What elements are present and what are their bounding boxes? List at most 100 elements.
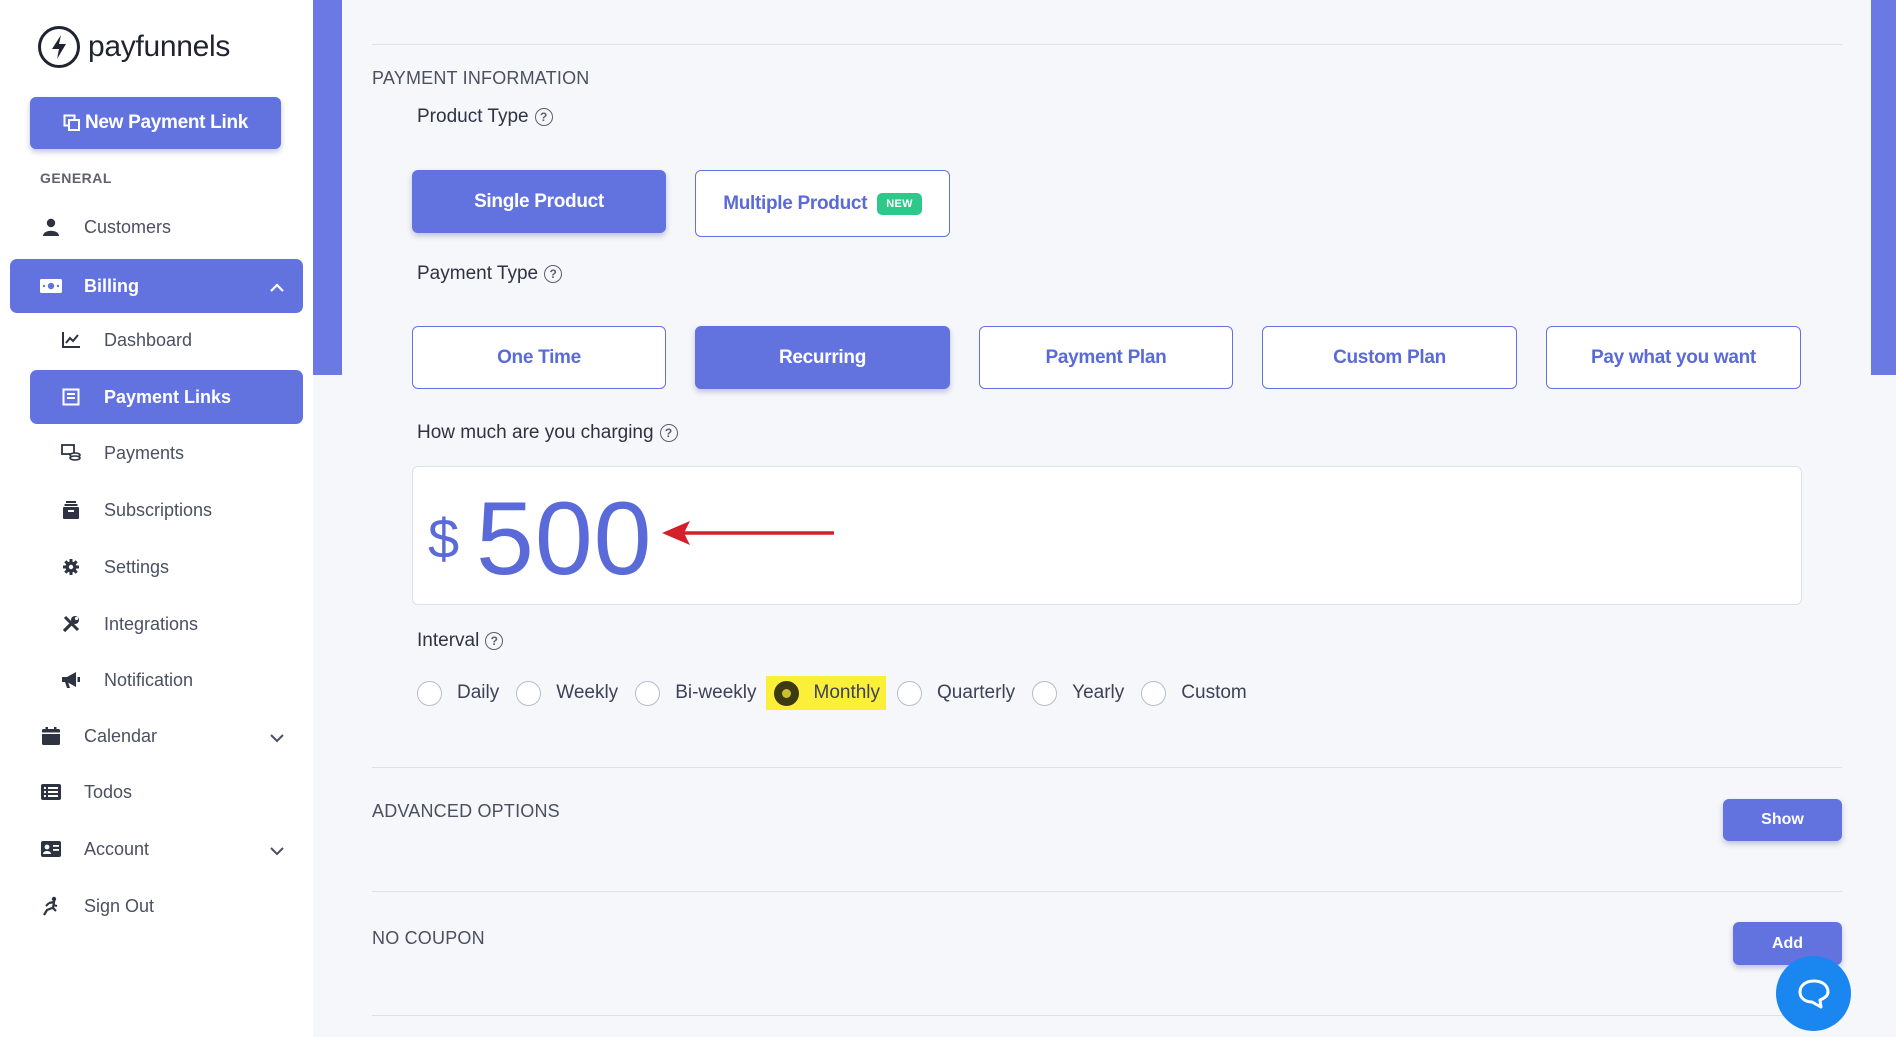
interval-option-label: Custom [1181,682,1247,703]
help-icon[interactable]: ? [485,632,504,650]
new-payment-link-button[interactable]: New Payment Link [30,97,281,149]
payment-type-label: Payment Plan [1045,346,1167,368]
show-advanced-button[interactable]: Show [1723,799,1842,841]
currency-symbol: $ [428,507,460,570]
chevron-down-icon[interactable] [269,840,285,861]
chevron-up-icon[interactable] [269,277,285,298]
radio-button[interactable] [635,680,661,706]
interval-option-monthly[interactable]: Monthly [765,676,887,710]
interval-option-quarterly[interactable]: Quarterly [897,676,1015,710]
payment-type-pay-what-you-want[interactable]: Pay what you want [1546,326,1801,389]
copy-icon [63,114,80,131]
megaphone-icon [60,669,82,691]
help-icon[interactable]: ? [659,424,678,442]
sidebar-item-label: Notification [104,669,194,690]
sidebar-item-customers[interactable]: Customers [10,200,303,254]
payment-type-label: Custom Plan [1333,346,1446,368]
product-type-label: Product Type ? [417,106,553,128]
brand-logo[interactable]: payfunnels [38,26,230,68]
interval-option-label: Weekly [556,682,619,703]
sidebar-item-calendar[interactable]: Calendar [10,709,303,763]
payments-icon [60,442,82,464]
interval-label: Interval ? [417,630,504,652]
sidebar-item-notification[interactable]: Notification [30,653,303,707]
sidebar-item-dashboard[interactable]: Dashboard [30,313,303,367]
charge-text: How much are you charging [417,422,654,443]
radio-dot [781,688,791,698]
interval-option-yearly[interactable]: Yearly [1032,676,1124,710]
sidebar-item-todos[interactable]: Todos [10,765,303,819]
help-icon[interactable]: ? [534,108,553,126]
section-advanced-options: ADVANCED OPTIONS [372,801,560,821]
amount-value[interactable]: 500 [476,480,653,599]
sidebar-item-payments[interactable]: Payments [30,426,303,480]
product-type-text: Product Type [417,106,529,127]
interval-option-label: Monthly [813,682,881,703]
interval-text: Interval [417,630,480,651]
line-chart-icon [60,329,82,351]
payment-type-payment-plan[interactable]: Payment Plan [979,326,1233,389]
divider [372,891,1842,892]
payment-type-custom-plan[interactable]: Custom Plan [1262,326,1517,389]
payment-type-label: Recurring [778,346,867,368]
help-icon[interactable]: ? [544,265,563,283]
sidebar-item-integrations[interactable]: Integrations [30,597,303,651]
money-bill-icon [40,275,62,297]
annotation-arrow-icon [662,521,834,545]
chat-bubble-icon [1798,979,1829,1008]
sidebar-item-account[interactable]: Account [10,822,303,876]
sidebar-item-label: Sign Out [84,895,155,916]
tools-icon [60,613,82,635]
interval-option-label: Yearly [1072,682,1125,703]
radio-button[interactable] [897,680,923,706]
interval-option-label: Bi-weekly [675,682,757,703]
header-accent-left [313,0,342,375]
new-payment-link-label: New Payment Link [84,112,249,133]
radio-button[interactable] [417,680,442,706]
interval-option-daily[interactable]: Daily [417,676,499,710]
chat-launcher-button[interactable] [1776,956,1851,1031]
sidebar-item-label: Calendar [84,725,158,746]
section-payment-information: PAYMENT INFORMATION [372,68,590,88]
single-product-button[interactable]: Single Product [412,170,666,233]
sidebar: payfunnels New Payment Link GENERAL Cust… [0,0,313,1037]
chevron-down-icon[interactable] [269,727,285,748]
id-card-icon [40,838,62,860]
sidebar-item-label: Billing [84,275,139,296]
single-product-label: Single Product [474,190,604,212]
payment-type-label: Payment Type ? [417,263,563,285]
sidebar-item-label: Account [84,838,150,859]
multiple-product-label: Multiple Product [723,192,868,214]
sidebar-item-payment-links[interactable]: Payment Links [30,370,303,424]
sidebar-item-billing[interactable]: Billing [10,259,303,313]
radio-button[interactable] [1032,680,1058,706]
radio-button[interactable] [1141,680,1167,706]
payment-type-recurring[interactable]: Recurring [695,326,950,389]
brand-name: payfunnels [88,30,231,63]
divider [372,767,1842,768]
divider [372,1015,1842,1016]
interval-option-label: Daily [457,682,500,703]
interval-option-custom[interactable]: Custom [1141,676,1247,710]
user-icon [40,216,62,238]
interval-option-biweekly[interactable]: Bi-weekly [635,676,757,710]
sidebar-item-label: Payment Links [104,386,232,407]
sidebar-item-label: Subscriptions [104,499,213,520]
sidebar-item-label: Payments [104,442,185,463]
charge-label: How much are you charging ? [417,422,678,444]
interval-radio-group: Daily Weekly Bi-weekly Monthly Quarterly… [417,676,1264,710]
payment-type-label: One Time [497,346,581,368]
divider [372,44,1842,45]
interval-option-weekly[interactable]: Weekly [516,676,618,710]
sidebar-item-label: Customers [84,216,172,237]
sidebar-item-label: Integrations [104,613,199,634]
multiple-product-button[interactable]: Multiple Product NEW [695,170,950,237]
sidebar-item-sign-out[interactable]: Sign Out [10,879,303,933]
sidebar-item-subscriptions[interactable]: Subscriptions [30,483,303,537]
radio-button-selected[interactable] [773,680,799,706]
receipt-icon [60,386,82,408]
sidebar-item-settings[interactable]: Settings [30,540,303,594]
list-icon [40,781,62,803]
payment-type-one-time[interactable]: One Time [412,326,666,389]
radio-button[interactable] [516,680,542,706]
